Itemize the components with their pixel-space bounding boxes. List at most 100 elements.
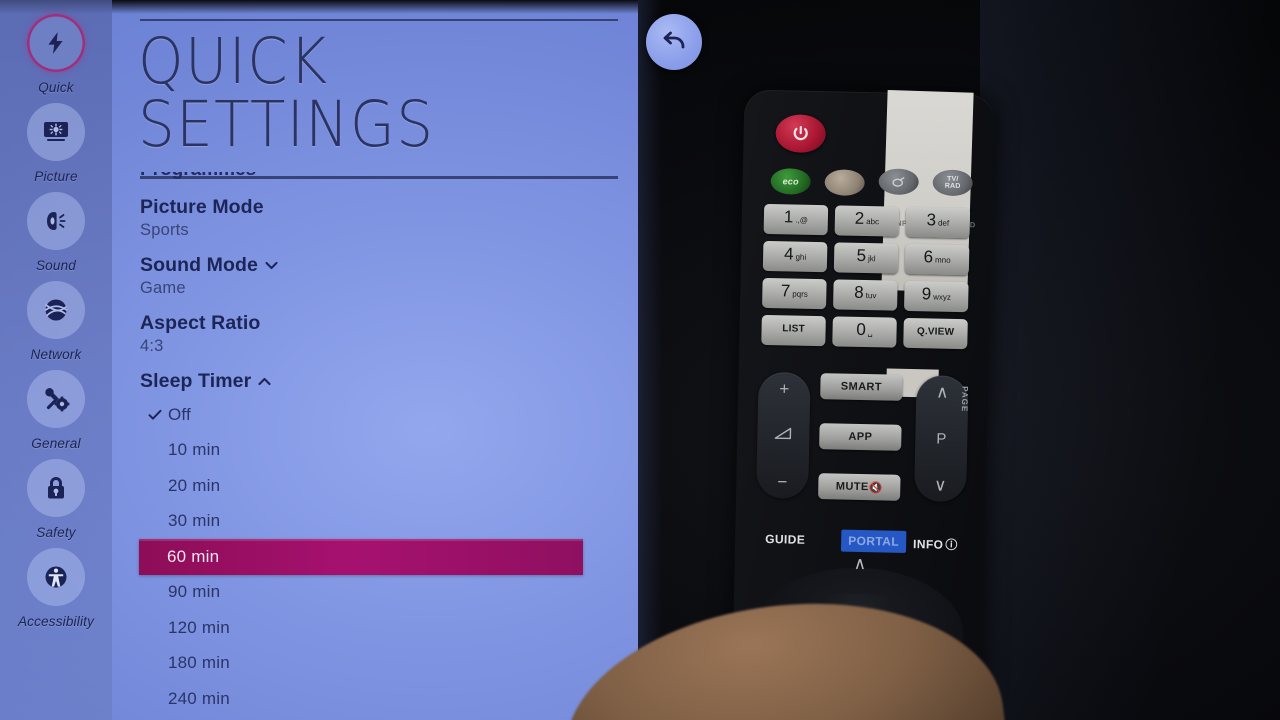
info-label: INFO	[912, 536, 944, 552]
sidebar-item-sound[interactable]: Sound	[0, 192, 112, 273]
remote-numeric-keypad: 1 .,@ 2 abc 3 def 4 ghi 5 jkl 6 mno 7 pqrs 8 tuv…	[761, 203, 973, 356]
sleep-timer-option-10min[interactable]: 10 min	[140, 433, 638, 469]
key-number: 1	[783, 207, 794, 227]
screenshot-root: Quick Picture Sound Network General Safe…	[0, 0, 1280, 720]
remote-mute-button[interactable]: MUTE 🔇	[818, 473, 901, 501]
key-number: 0	[856, 319, 866, 340]
key-number: 4	[783, 244, 794, 264]
key-sublabel: def	[937, 218, 950, 228]
sidebar-item-label: Quick	[38, 80, 74, 95]
sleep-timer-option-off[interactable]: Off	[140, 397, 638, 433]
remote-middle-section: + − SMART APP MUTE 🔇 ∧ P ∨	[752, 371, 975, 507]
channel-down-label: ∨	[933, 475, 947, 495]
sleep-timer-option-30min[interactable]: 30 min	[140, 504, 638, 540]
sidebar-item-label: Safety	[36, 525, 76, 540]
setting-label: Aspect Ratio	[140, 312, 261, 334]
setting-picture-mode[interactable]: Picture Mode Sports	[112, 196, 638, 240]
option-label: 120 min	[168, 617, 230, 637]
clipped-setting-label: Programmes	[140, 172, 256, 181]
checkmark-icon	[147, 407, 163, 423]
key-sublabel: mno	[934, 255, 951, 265]
settings-sidebar: Quick Picture Sound Network General Safe…	[0, 0, 112, 720]
remote-key-list[interactable]: LIST	[761, 314, 826, 347]
keypad-row: LIST 0 ␣ Q.VIEW	[761, 314, 970, 350]
sidebar-item-picture[interactable]: Picture	[0, 103, 112, 184]
sidebar-item-safety[interactable]: Safety	[0, 459, 112, 540]
remote-key-4[interactable]: 4 ghi	[762, 240, 828, 273]
keypad-row: 4 ghi 5 jkl 6 mno	[762, 240, 972, 276]
sleep-timer-option-180min[interactable]: 180 min	[140, 646, 638, 682]
remote-info-button[interactable]: INFO ⓘ	[913, 535, 958, 553]
key-number: 9	[921, 284, 932, 304]
sidebar-item-quick[interactable]: Quick	[0, 14, 112, 95]
setting-label: Sound Mode	[140, 254, 258, 276]
guide-label: GUIDE	[765, 531, 806, 547]
remote-key-5[interactable]: 5 jkl	[833, 242, 899, 274]
keypad-row: 7 pqrs 8 tuv 9 wxyz	[762, 277, 971, 313]
remote-input-button[interactable]	[878, 168, 919, 196]
setting-sleep-timer[interactable]: Sleep Timer Off 10 min 20 min 30 min 60 …	[112, 370, 638, 717]
input-arrow-icon	[892, 176, 905, 187]
sleep-timer-option-240min[interactable]: 240 min	[140, 681, 638, 717]
remote-guide-button[interactable]: GUIDE	[765, 532, 805, 547]
remote-portal-button[interactable]: PORTAL	[840, 529, 907, 553]
channel-up-label: ∧	[935, 382, 949, 402]
keypad-row: 1 .,@ 2 abc 3 def	[763, 203, 973, 239]
screen-bezel-glow	[636, 0, 662, 720]
setting-value: Sports	[140, 221, 189, 239]
settings-content: QUICK SETTINGS Programmes Picture Mode S…	[112, 0, 638, 720]
settings-list: Picture Mode Sports Sound Mode Game Aspe…	[112, 196, 638, 720]
remote-key-1[interactable]: 1 .,@	[763, 203, 829, 236]
sidebar-item-general[interactable]: General	[0, 370, 112, 451]
portal-label: PORTAL	[848, 533, 900, 549]
setting-sound-mode[interactable]: Sound Mode Game	[112, 254, 638, 298]
sleep-timer-option-120min[interactable]: 120 min	[140, 610, 638, 646]
padlock-icon	[27, 459, 85, 517]
remote-app-button[interactable]: APP	[819, 423, 902, 451]
remote-key-7[interactable]: 7 pqrs	[762, 277, 827, 310]
remote-key-6[interactable]: 6 mno	[904, 243, 970, 276]
remote-key-8[interactable]: 8 tuv	[833, 279, 898, 311]
program-label: P	[936, 430, 947, 448]
app-label: APP	[848, 430, 873, 444]
remote-key-2[interactable]: 2 abc	[834, 205, 900, 237]
remote-key-3[interactable]: 3 def	[905, 206, 971, 239]
page-label: PAGE	[959, 386, 970, 413]
remote-top-button-row: ENERGY SAVING LIVE ZOOM INPUT TV/RAD eco…	[760, 156, 977, 266]
remote-energy-saving-button[interactable]: eco	[770, 168, 811, 195]
volume-icon	[773, 426, 793, 444]
remote-key-qview[interactable]: Q.VIEW	[903, 317, 968, 350]
remote-tv-rad-button[interactable]: TV/RAD	[932, 169, 973, 197]
setting-aspect-ratio[interactable]: Aspect Ratio 4:3	[112, 312, 638, 356]
back-button[interactable]	[646, 14, 702, 70]
key-number: 7	[780, 281, 791, 301]
dpad-up-icon[interactable]: ∧	[853, 554, 867, 574]
remote-key-9[interactable]: 9 wxyz	[904, 280, 969, 313]
key-sublabel: tuv	[865, 291, 877, 301]
key-sublabel: ghi	[795, 252, 807, 262]
chevron-up-icon	[258, 377, 271, 386]
page-title: QUICK SETTINGS	[138, 25, 435, 161]
option-label: 240 min	[168, 688, 230, 708]
sidebar-item-label: Picture	[34, 169, 78, 184]
sleep-timer-option-60min[interactable]: 60 min	[139, 539, 583, 575]
sidebar-item-accessibility[interactable]: Accessibility	[0, 548, 112, 629]
setting-value: Game	[140, 279, 186, 297]
sleep-timer-options: Off 10 min 20 min 30 min 60 min 90 min 1…	[139, 397, 638, 717]
remote-volume-rocker[interactable]: + −	[756, 371, 811, 499]
sleep-timer-option-90min[interactable]: 90 min	[140, 575, 638, 611]
remote-live-zoom-button[interactable]	[824, 169, 865, 196]
option-label: 180 min	[168, 653, 230, 673]
remote-smart-button[interactable]: SMART	[820, 373, 903, 401]
sidebar-item-label: Accessibility	[17, 614, 95, 629]
sidebar-item-network[interactable]: Network	[0, 281, 112, 362]
sleep-timer-option-20min[interactable]: 20 min	[140, 468, 638, 504]
setting-label: Picture Mode	[140, 196, 264, 218]
key-label: LIST	[782, 323, 805, 335]
wall-light-sheen	[980, 0, 1280, 720]
setting-label-row: Sound Mode	[140, 254, 638, 277]
remote-key-0[interactable]: 0 ␣	[832, 316, 897, 348]
option-label: 90 min	[168, 582, 221, 602]
setting-label: Sleep Timer	[140, 370, 252, 392]
clipped-setting-programmes[interactable]: Programmes	[140, 172, 460, 188]
